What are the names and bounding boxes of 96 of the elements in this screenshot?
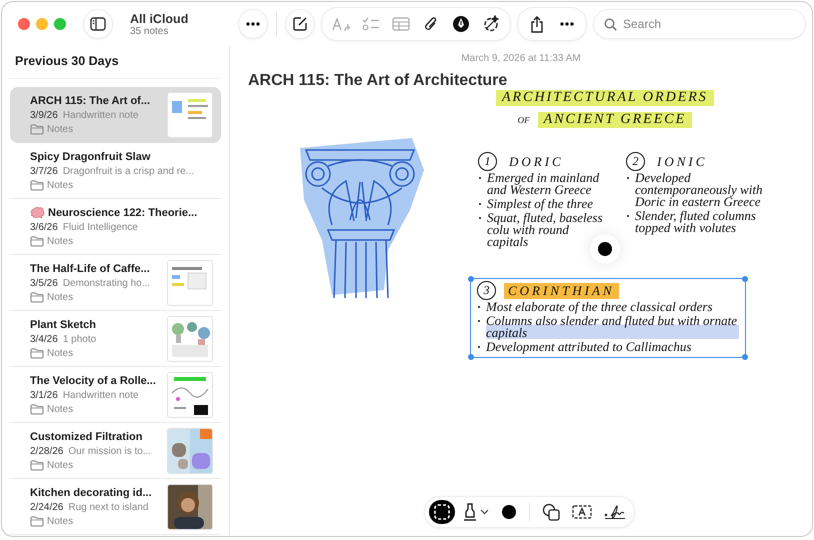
marker-icon xyxy=(463,503,477,521)
share-icon xyxy=(530,16,544,32)
sketch-heading: ANCIENT GREECE xyxy=(538,112,692,128)
handwritten-point: Emerged in mainland and Western Greece xyxy=(487,172,600,196)
note-snippet: Demonstrating ho... xyxy=(62,278,150,288)
sketch-heading-prefix: OF xyxy=(518,115,530,125)
note-list-item[interactable]: Customized Filtration 2/28/26 Our mission is to... Notes xyxy=(10,423,221,479)
lasso-select-icon xyxy=(433,503,451,521)
section-heading: Previous 30 Days xyxy=(10,46,221,79)
folder-icon xyxy=(30,180,44,190)
note-date: 3/5/26 xyxy=(30,278,58,288)
handwritten-point: Most elaborate of the three classical orders xyxy=(486,301,714,313)
note-title: Spicy Dragonfruit Slaw xyxy=(30,150,150,162)
note-folder: Notes xyxy=(47,236,74,246)
note-count: 35 notes xyxy=(130,26,170,36)
handwritten-point: Development attributed to Callimachus xyxy=(486,341,692,353)
note-date: 3/4/26 xyxy=(30,334,58,344)
note-title: Kitchen decorating id... xyxy=(30,486,152,498)
folder-title: All iCloud xyxy=(130,12,190,26)
handwritten-point: Columns also slender and fluted but with ornate capitals xyxy=(486,315,739,339)
order-number: 2 xyxy=(626,152,645,171)
sidebar-icon xyxy=(90,17,106,31)
note-list-item[interactable]: Kitchen decorating id... 2/24/26 Rug next to island Notes xyxy=(10,479,221,535)
note-folder: Notes xyxy=(47,292,74,302)
note-snippet: Rug next to island xyxy=(68,502,148,512)
folder-icon xyxy=(30,236,44,246)
handwritten-point: Slender, fluted columns topped with volutes xyxy=(635,210,757,234)
sketch-heading: ARCHITECTURAL ORDERS xyxy=(496,90,714,106)
note-title: The Velocity of a Rolle... xyxy=(30,374,156,386)
select-tool-button[interactable] xyxy=(429,500,455,524)
note-folder: Notes xyxy=(47,180,74,190)
note-snippet: Handwritten note xyxy=(62,110,138,120)
more-icon xyxy=(246,22,260,26)
cursor-icon xyxy=(598,242,612,256)
note-folder: Notes xyxy=(47,348,74,358)
note-list-item[interactable]: Plant Sketch 3/4/26 1 photo Notes xyxy=(10,311,221,367)
handwritten-point: Simplest of the three xyxy=(487,198,594,210)
sidebar-toggle-button[interactable] xyxy=(83,9,113,39)
note-snippet: Our mission is to... xyxy=(68,446,152,456)
close-button[interactable] xyxy=(18,18,30,30)
handwritten-point: Developed contemporaneously with Doric in eastern Greece xyxy=(635,172,764,208)
note-date: 2/28/26 xyxy=(30,446,64,456)
note-date: 3/6/26 xyxy=(30,222,58,232)
compose-icon xyxy=(292,16,308,32)
note-title: ARCH 115: The Art of... xyxy=(30,94,150,106)
note-snippet: Dragonfruit is a crisp and re... xyxy=(62,166,194,176)
note-snippet: Fluid Intelligence xyxy=(62,222,138,232)
note-list-item[interactable]: ARCH 115: The Art of... 3/9/26 Handwritten note Notes xyxy=(10,87,221,143)
note-date: 3/1/26 xyxy=(30,390,58,400)
folder-icon xyxy=(30,460,44,470)
checklist-icon xyxy=(362,17,380,31)
brain-icon xyxy=(30,206,45,218)
folder-icon xyxy=(30,348,44,358)
note-folder: Notes xyxy=(47,460,74,470)
shapes-icon xyxy=(542,503,560,521)
order-number: 3 xyxy=(477,281,496,300)
chevron-down-icon xyxy=(480,509,489,515)
more-button[interactable] xyxy=(238,9,268,39)
folder-icon xyxy=(30,516,44,526)
more-icon xyxy=(560,22,574,26)
folder-icon xyxy=(30,292,44,302)
note-list-item[interactable]: The Velocity of a Rolle... 3/1/26 Handwritten note Notes xyxy=(10,367,221,423)
note-title: Plant Sketch xyxy=(30,318,96,330)
note-timestamp: March 9, 2026 at 11:33 AM xyxy=(460,53,582,64)
handwritten-point: Squat, fluted, baseless colu with round capitals xyxy=(487,212,604,248)
order-name: CORINTHIAN xyxy=(504,282,619,298)
selection-box[interactable]: 3 CORINTHIAN Most elaborate of the three classical orders Columns also slender and fluted but with ornate capitals Development attributed to Callimachus xyxy=(470,278,746,358)
order-name: DORIC xyxy=(508,154,565,170)
note-folder: Notes xyxy=(47,404,74,414)
note-folder: Notes xyxy=(47,516,74,526)
signature-icon xyxy=(604,504,626,520)
table-icon xyxy=(392,17,410,31)
note-title: The Half-Life of Caffe... xyxy=(30,262,150,274)
paperclip-icon xyxy=(424,16,438,32)
search-field[interactable]: Search xyxy=(593,9,806,39)
compose-button[interactable] xyxy=(285,9,315,39)
note-snippet: Handwritten note xyxy=(62,390,138,400)
pen-tip-icon xyxy=(452,15,470,33)
note-folder: Notes xyxy=(47,124,74,134)
note-snippet: 1 photo xyxy=(62,334,96,344)
note-title: Customized Filtration xyxy=(30,430,142,442)
text-box-icon xyxy=(572,505,592,519)
note-date: 3/7/26 xyxy=(30,166,58,176)
note-date: 3/9/26 xyxy=(30,110,58,120)
sparkle-pen-icon xyxy=(482,15,500,33)
text-format-icon xyxy=(332,18,350,30)
note-title: Neuroscience 122: Theorie... xyxy=(48,206,198,218)
note-date: 2/24/26 xyxy=(30,502,64,512)
order-name: IONIC xyxy=(656,154,708,170)
note-list-item[interactable]: Neuroscience 122: Theorie... 3/6/26 Fluid Intelligence Notes xyxy=(10,199,221,255)
note-list-item[interactable]: The Half-Life of Caffe... 3/5/26 Demonstrating ho... Notes xyxy=(10,255,221,311)
note-list-item[interactable]: Spicy Dragonfruit Slaw 3/7/26 Dragonfruit is a crisp and re... Notes xyxy=(10,143,221,199)
folder-icon xyxy=(30,124,44,134)
note-title: ARCH 115: The Art of Architecture xyxy=(248,72,508,90)
folder-icon xyxy=(30,404,44,414)
order-number: 1 xyxy=(478,152,497,171)
